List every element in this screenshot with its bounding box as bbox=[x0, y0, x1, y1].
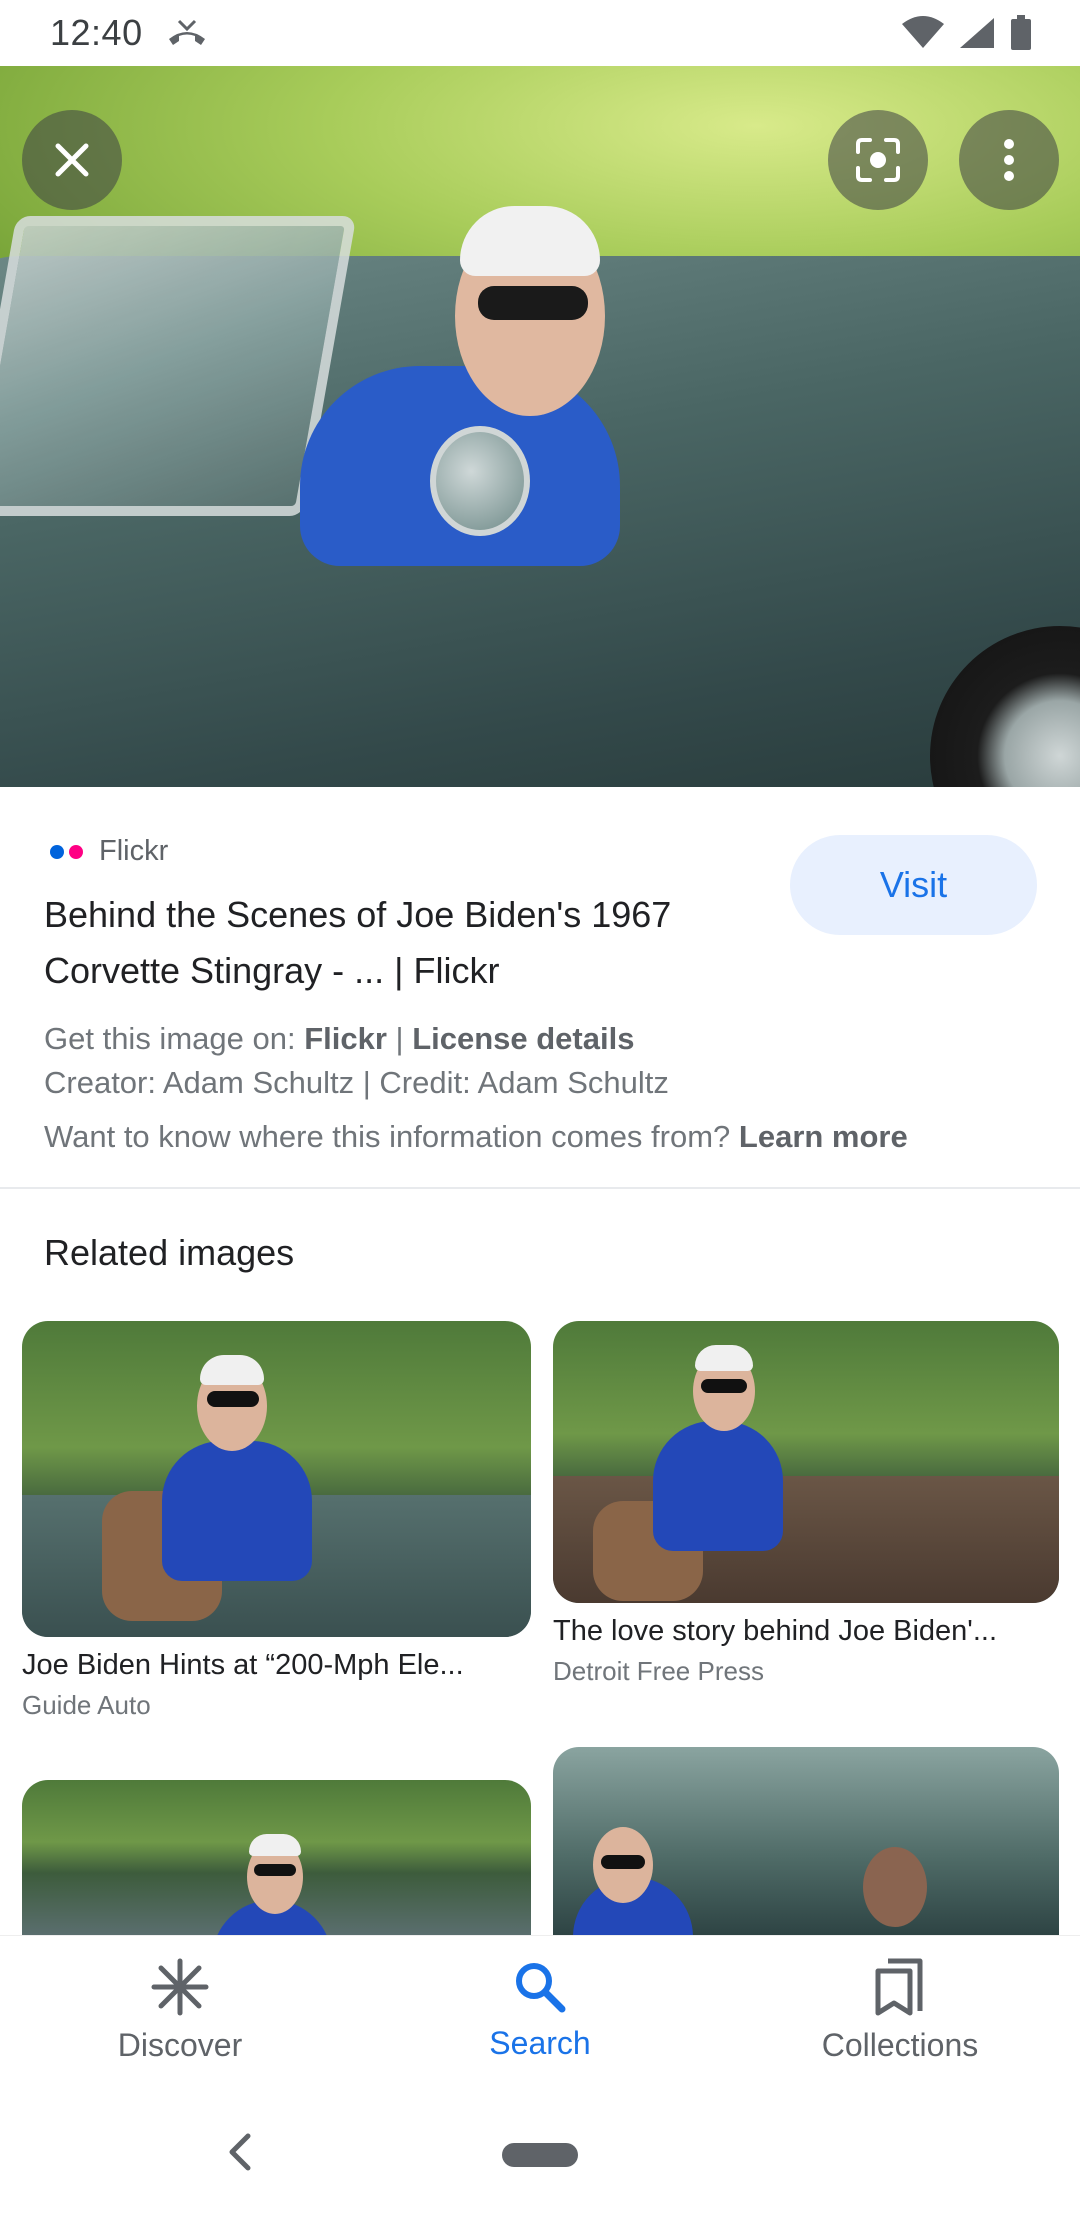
related-image-card[interactable] bbox=[553, 1747, 1059, 1935]
related-image-thumbnail[interactable] bbox=[22, 1780, 531, 1935]
nav-collections[interactable]: Collections bbox=[750, 1957, 1050, 2064]
related-image-title: Joe Biden Hints at “200-Mph Ele... bbox=[22, 1649, 464, 1681]
signal-icon bbox=[960, 18, 994, 48]
missed-call-icon bbox=[168, 19, 205, 45]
info-source-line: Want to know where this information come… bbox=[44, 1115, 1044, 1159]
home-handle[interactable] bbox=[502, 2143, 578, 2167]
status-time: 12:40 bbox=[50, 12, 143, 53]
nav-collections-label: Collections bbox=[821, 2027, 979, 2063]
related-image-card[interactable] bbox=[22, 1780, 531, 1935]
lens-button[interactable] bbox=[828, 110, 928, 210]
nav-discover-label: Discover bbox=[117, 2027, 243, 2063]
related-image-source: Detroit Free Press bbox=[553, 1656, 764, 1686]
nav-discover[interactable]: Discover bbox=[30, 1957, 330, 2064]
visit-button[interactable]: Visit bbox=[790, 835, 1037, 935]
status-right bbox=[902, 15, 1032, 51]
creator-line: Creator: Adam Schultz | Credit: Adam Sch… bbox=[44, 1065, 669, 1100]
bottom-navigation: Discover Search Collections bbox=[0, 1935, 1080, 2085]
asterisk-icon bbox=[151, 1958, 209, 2016]
source-name: Flickr bbox=[99, 835, 169, 867]
close-icon bbox=[55, 143, 89, 177]
search-icon bbox=[516, 1963, 566, 2013]
hero-image bbox=[0, 66, 1080, 787]
back-icon[interactable] bbox=[220, 2130, 260, 2174]
related-image-thumbnail[interactable] bbox=[22, 1321, 531, 1637]
nav-search[interactable]: Search bbox=[390, 1959, 690, 2062]
hero-person-hair bbox=[460, 206, 600, 276]
related-image-title: The love story behind Joe Biden'... bbox=[553, 1615, 998, 1647]
battery-icon bbox=[1011, 15, 1031, 50]
source-row: Flickr bbox=[50, 835, 168, 868]
related-image-source: Guide Auto bbox=[22, 1690, 151, 1720]
more-options-button[interactable] bbox=[959, 110, 1059, 210]
get-image-prefix: Get this image on: bbox=[44, 1021, 305, 1056]
close-button[interactable] bbox=[22, 110, 122, 210]
more-vert-icon bbox=[1004, 139, 1014, 181]
flickr-logo-icon bbox=[50, 844, 83, 859]
hero-sunglasses bbox=[478, 286, 588, 320]
nav-search-label: Search bbox=[489, 2025, 591, 2061]
image-meta: Get this image on: Flickr | License deta… bbox=[44, 1017, 1044, 1159]
divider bbox=[0, 1187, 1080, 1189]
meta-separator: | bbox=[386, 1021, 413, 1056]
result-title[interactable]: Behind the Scenes of Joe Biden's 1967 Co… bbox=[44, 887, 784, 999]
image-info-panel: Flickr Behind the Scenes of Joe Biden's … bbox=[0, 787, 1080, 1187]
collections-icon bbox=[875, 1958, 923, 2016]
license-details-link[interactable]: License details bbox=[412, 1021, 634, 1056]
related-image-thumbnail[interactable] bbox=[553, 1747, 1059, 1935]
system-navigation-bar bbox=[0, 2085, 1080, 2220]
info-question: Want to know where this information come… bbox=[44, 1119, 739, 1154]
get-image-line: Get this image on: Flickr | License deta… bbox=[44, 1017, 1044, 1061]
related-image-card[interactable]: The love story behind Joe Biden'... Detr… bbox=[553, 1321, 1059, 1687]
status-bar: 12:40 bbox=[0, 0, 1080, 66]
status-left: 12:40 bbox=[50, 12, 209, 54]
get-image-source-link[interactable]: Flickr bbox=[304, 1021, 387, 1056]
related-images-heading: Related images bbox=[44, 1232, 295, 1273]
lens-icon bbox=[856, 138, 900, 182]
related-image-card[interactable]: Joe Biden Hints at “200-Mph Ele... Guide… bbox=[22, 1321, 531, 1721]
learn-more-link[interactable]: Learn more bbox=[739, 1119, 908, 1154]
hero-mirror bbox=[430, 426, 530, 536]
related-image-thumbnail[interactable] bbox=[553, 1321, 1059, 1603]
wifi-icon bbox=[902, 16, 944, 48]
